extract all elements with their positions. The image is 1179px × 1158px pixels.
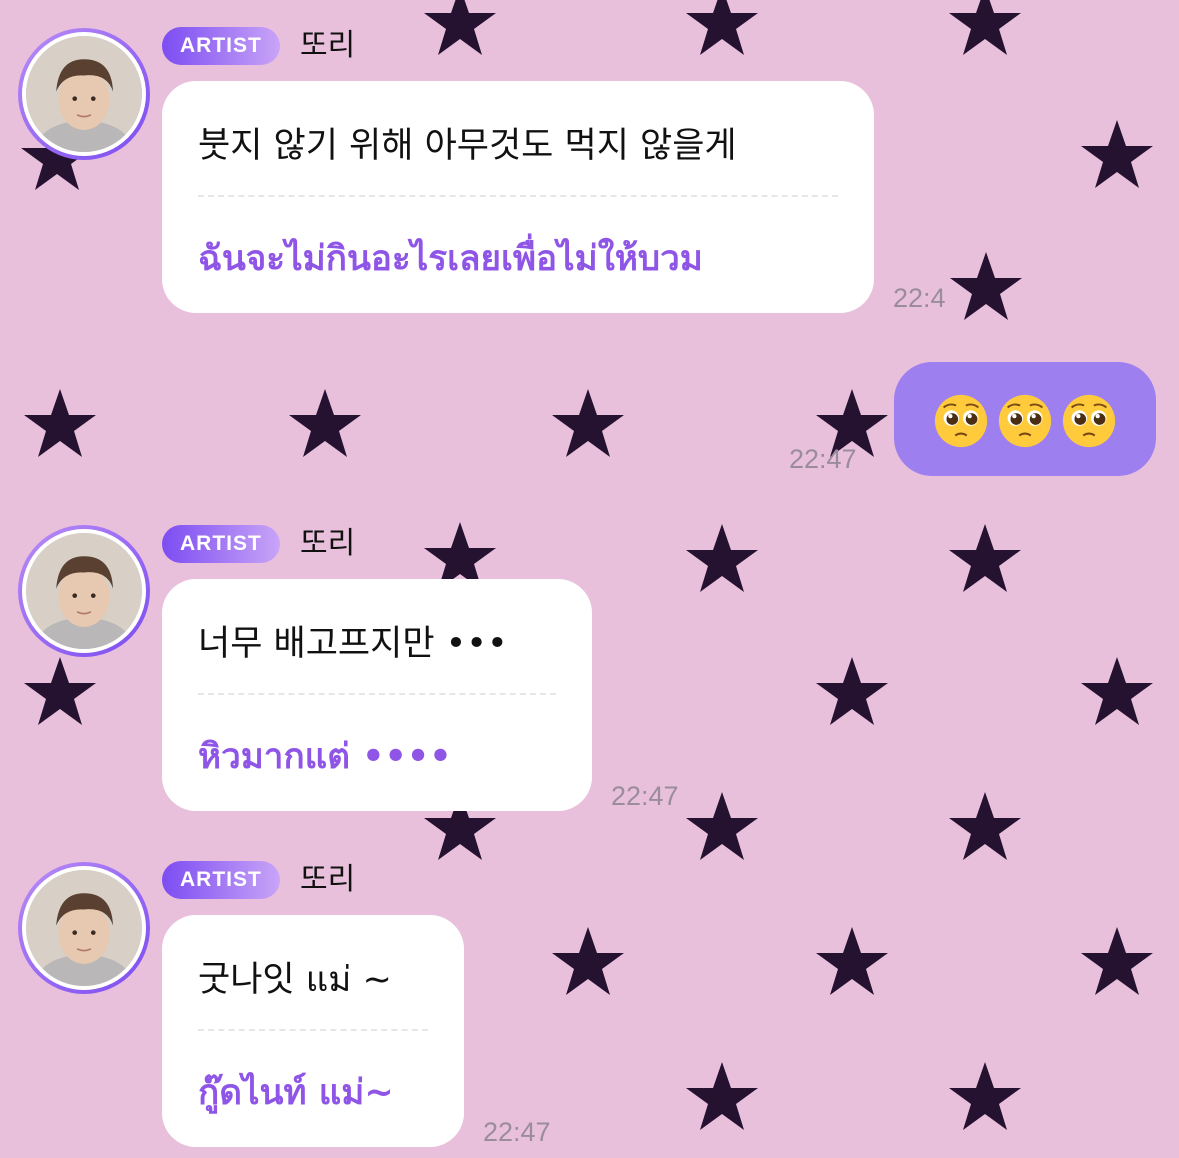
pleading-face-icon (1062, 394, 1116, 448)
divider (198, 195, 838, 197)
original-text: 붓지 않기 위해 아무것도 먹지 않을게 (198, 126, 737, 166)
sender-name: 또리 (300, 526, 356, 561)
sender-name: 또리 (300, 28, 356, 63)
avatar[interactable] (18, 862, 150, 994)
message-bubble[interactable]: 너무 배고프지만 ••• หิวมากแต่ •••• (162, 579, 592, 811)
pleading-face-icon (934, 394, 988, 448)
message-time: 22:4 (893, 283, 946, 313)
original-text: 굿나잇 แม่ ~ (198, 960, 392, 1000)
artist-photo (26, 870, 142, 986)
artist-badge: ARTIST (162, 27, 280, 65)
artist-badge: ARTIST (162, 525, 280, 563)
translation-text: หิวมากแต่ •••• (198, 737, 452, 777)
translation-text: ฉันจะไม่กินอะไรเลยเพื่อไม่ให้บวม (198, 239, 703, 279)
avatar[interactable] (18, 28, 150, 160)
message-bubble[interactable]: 굿나잇 แม่ ~ กู๊ดไนท์ แม่~ (162, 915, 464, 1147)
divider (198, 693, 556, 695)
avatar[interactable] (18, 525, 150, 657)
my-message-bubble[interactable] (894, 362, 1156, 476)
message-time: 22:47 (611, 781, 679, 811)
pleading-face-icon (998, 394, 1052, 448)
message-bubble[interactable]: 붓지 않기 위해 아무것도 먹지 않을게 ฉันจะไม่กินอะไรเลยเ… (162, 81, 874, 313)
my-message-time: 22:47 (789, 444, 857, 474)
artist-badge: ARTIST (162, 861, 280, 899)
translation-text: กู๊ดไนท์ แม่~ (198, 1073, 394, 1113)
sender-name: 또리 (300, 862, 356, 897)
artist-photo (26, 533, 142, 649)
message-time: 22:47 (483, 1117, 551, 1147)
divider (198, 1029, 428, 1031)
original-text: 너무 배고프지만 ••• (198, 624, 508, 664)
artist-photo (26, 36, 142, 152)
